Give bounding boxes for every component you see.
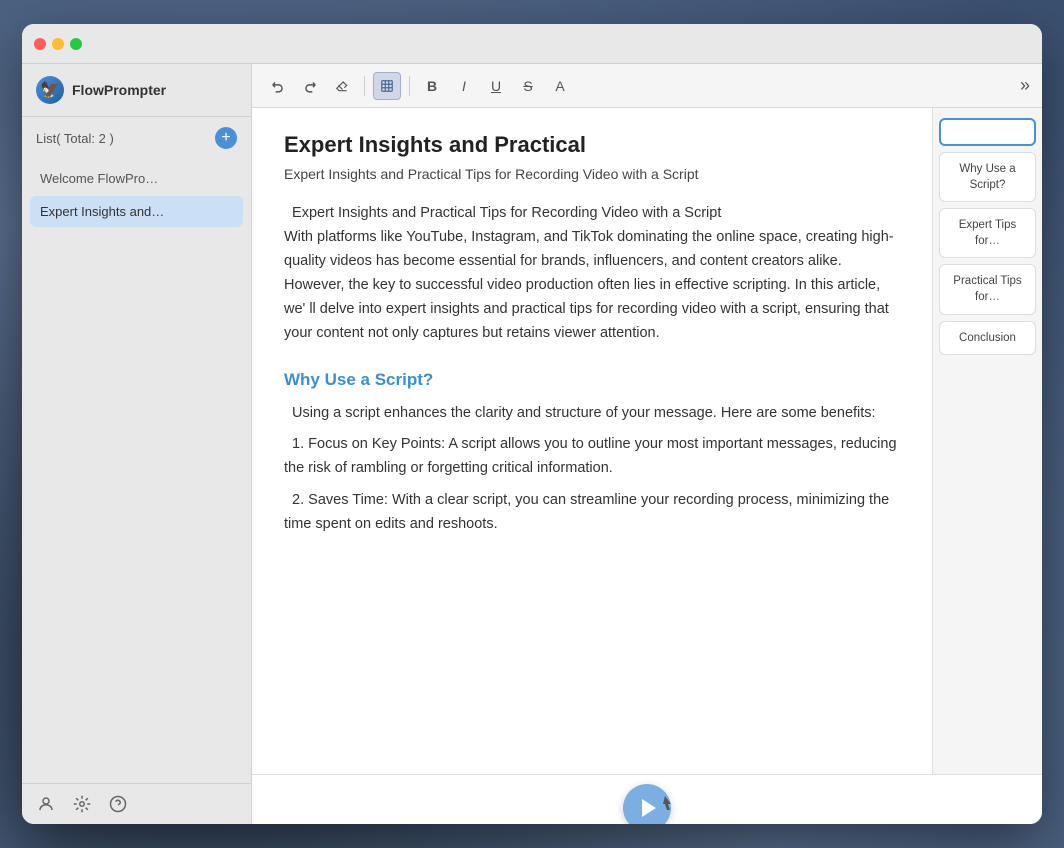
section1-body: Using a script enhances the clarity and … xyxy=(284,402,900,538)
table-button[interactable] xyxy=(373,72,401,100)
minimize-button[interactable] xyxy=(52,38,64,50)
sidebar-items: Welcome FlowPro… Expert Insights and… xyxy=(22,159,251,783)
bottom-bar xyxy=(252,774,1042,824)
list-count: List( Total: 2 ) xyxy=(36,131,114,146)
toolbar: B I U S A » xyxy=(252,64,1042,108)
app-logo: 🦅 xyxy=(36,76,64,104)
play-triangle-icon xyxy=(642,799,656,817)
more-button[interactable]: » xyxy=(1020,75,1030,96)
maximize-button[interactable] xyxy=(70,38,82,50)
close-button[interactable] xyxy=(34,38,46,50)
font-button[interactable]: A xyxy=(546,72,574,100)
toc-item-conclusion[interactable]: Conclusion xyxy=(939,321,1036,355)
sidebar-item-welcome-label: Welcome FlowPro… xyxy=(40,171,158,186)
redo-button[interactable] xyxy=(296,72,324,100)
section1-heading: Why Use a Script? xyxy=(284,370,900,390)
app-name: FlowPrompter xyxy=(72,82,166,98)
sidebar-item-expert-label: Expert Insights and… xyxy=(40,204,164,219)
settings-icon[interactable] xyxy=(72,794,92,814)
user-icon[interactable] xyxy=(36,794,56,814)
sidebar-item-expert[interactable]: Expert Insights and… xyxy=(30,196,243,227)
traffic-lights xyxy=(34,38,82,50)
section1-para-1: Using a script enhances the clarity and … xyxy=(284,402,900,426)
toc-item-why-use-script[interactable]: Why Use a Script? xyxy=(939,152,1036,202)
help-icon[interactable] xyxy=(108,794,128,814)
toc-practical-label: Practical Tips for… xyxy=(953,275,1021,303)
erase-button[interactable] xyxy=(328,72,356,100)
intro-para-2: With platforms like YouTube, Instagram, … xyxy=(284,226,900,346)
sidebar: 🦅 FlowPrompter List( Total: 2 ) + Welcom… xyxy=(22,64,252,824)
titlebar xyxy=(22,24,1042,64)
doc-title: Expert Insights and Practical xyxy=(284,132,900,158)
toc-item-expert-tips[interactable]: Expert Tips for… xyxy=(939,208,1036,258)
doc-intro: Expert Insights and Practical Tips for R… xyxy=(284,202,900,346)
doc-subtitle: Expert Insights and Practical Tips for R… xyxy=(284,166,900,182)
cursor-icon xyxy=(663,794,675,812)
add-document-button[interactable]: + xyxy=(215,127,237,149)
intro-para-1: Expert Insights and Practical Tips for R… xyxy=(284,202,900,226)
section1-para-3: 2. Saves Time: With a clear script, you … xyxy=(284,489,900,537)
toolbar-separator-1 xyxy=(364,76,365,96)
toc-why-label: Why Use a Script? xyxy=(959,163,1015,191)
sidebar-header: 🦅 FlowPrompter xyxy=(22,64,251,117)
app-window: 🦅 FlowPrompter List( Total: 2 ) + Welcom… xyxy=(22,24,1042,824)
toc-item-top[interactable] xyxy=(939,118,1036,146)
undo-button[interactable] xyxy=(264,72,292,100)
sidebar-item-welcome[interactable]: Welcome FlowPro… xyxy=(30,163,243,194)
sidebar-list-header: List( Total: 2 ) + xyxy=(22,117,251,159)
app-body: 🦅 FlowPrompter List( Total: 2 ) + Welcom… xyxy=(22,64,1042,824)
editor-toc-row: Expert Insights and Practical Expert Ins… xyxy=(252,108,1042,774)
cursor-indicator xyxy=(663,794,665,810)
toc-item-practical-tips[interactable]: Practical Tips for… xyxy=(939,264,1036,314)
main-right: B I U S A » Expert Insights and Practica… xyxy=(252,64,1042,824)
logo-emoji: 🦅 xyxy=(40,80,60,100)
strikethrough-button[interactable]: S xyxy=(514,72,542,100)
editor-area[interactable]: Expert Insights and Practical Expert Ins… xyxy=(252,108,932,774)
sidebar-footer xyxy=(22,783,251,824)
toc-conclusion-label: Conclusion xyxy=(959,332,1016,344)
section1-para-2: 1. Focus on Key Points: A script allows … xyxy=(284,433,900,481)
toc-sidebar: Why Use a Script? Expert Tips for… Pract… xyxy=(932,108,1042,774)
italic-button[interactable]: I xyxy=(450,72,478,100)
underline-button[interactable]: U xyxy=(482,72,510,100)
bold-button[interactable]: B xyxy=(418,72,446,100)
toc-expert-label: Expert Tips for… xyxy=(959,219,1017,247)
toolbar-separator-2 xyxy=(409,76,410,96)
